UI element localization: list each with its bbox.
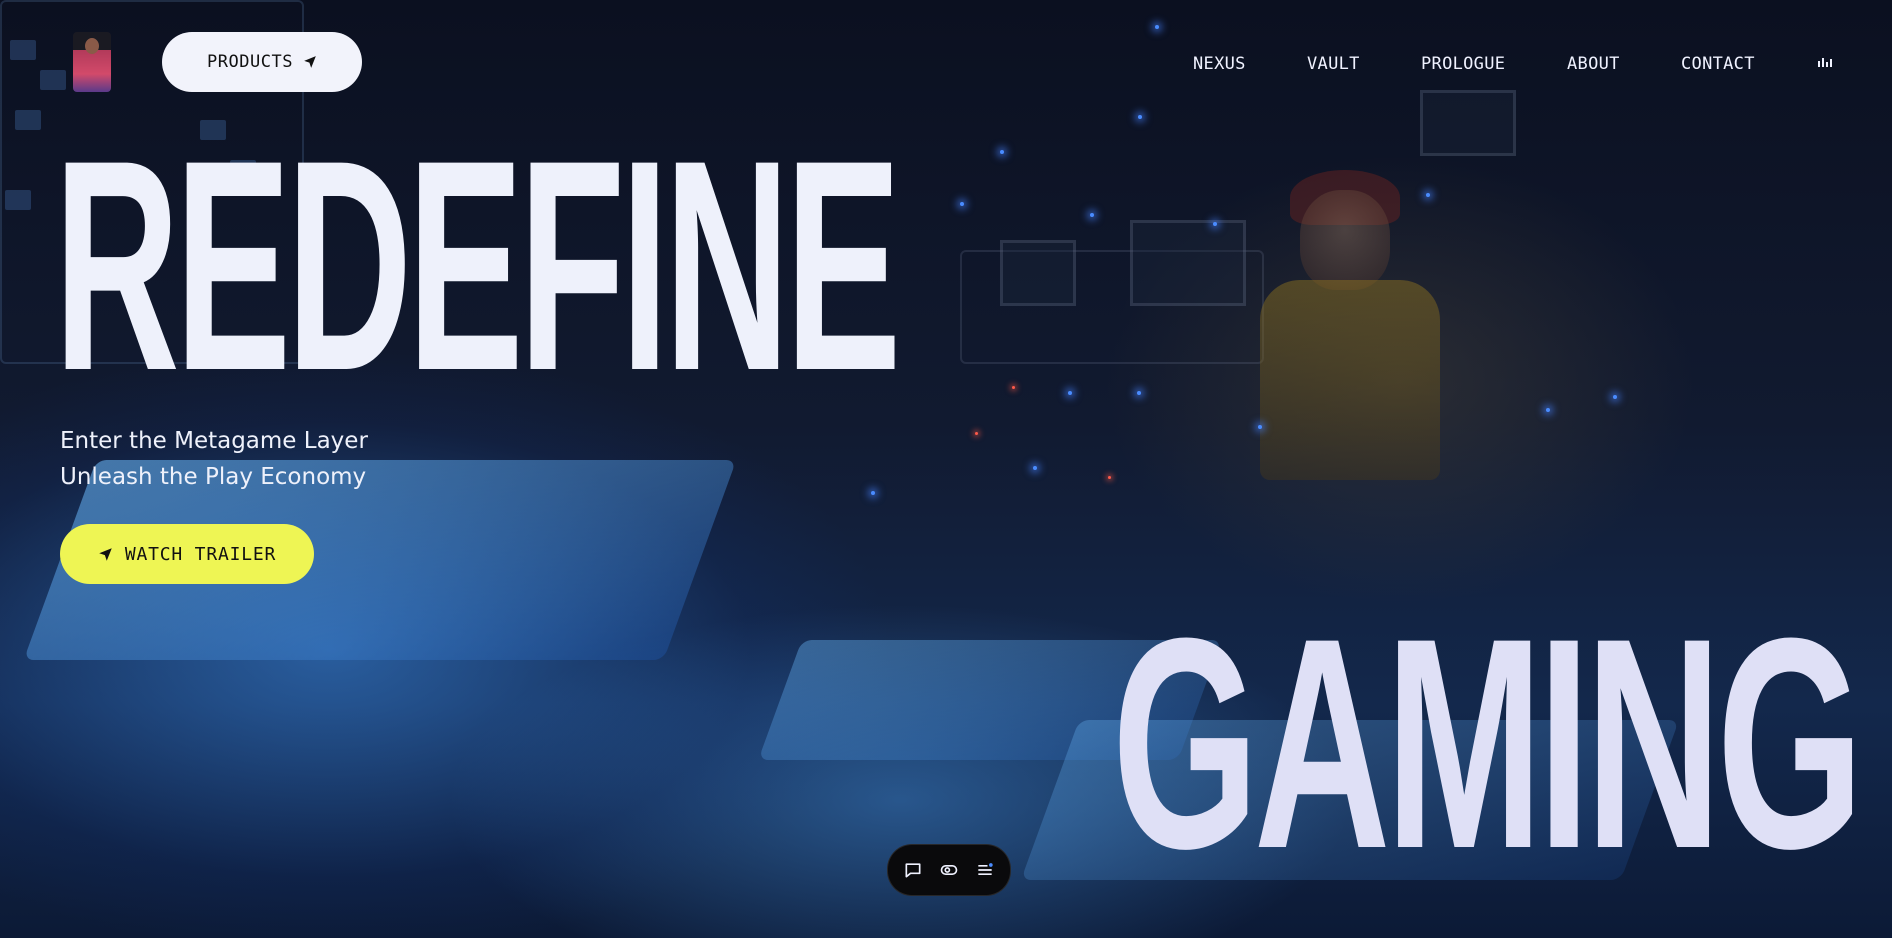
bg-light-dot <box>871 491 875 495</box>
bg-light-dot <box>1068 391 1072 395</box>
bg-light-dot <box>1090 213 1094 217</box>
audio-bar <box>1822 58 1824 67</box>
bg-monitor <box>1130 220 1246 306</box>
bg-light-dot <box>1426 193 1430 197</box>
bg-character-head <box>1300 190 1390 290</box>
bg-light-dot <box>1546 408 1550 412</box>
products-button-label: PRODUCTS <box>207 52 293 72</box>
audio-bar <box>1830 59 1832 67</box>
bg-light-dot <box>1108 476 1111 479</box>
bg-light-dot <box>1138 115 1142 119</box>
audio-bar <box>1818 61 1820 67</box>
hero-subtitle: Enter the Metagame Layer Unleash the Pla… <box>60 423 368 495</box>
nav-item-vault[interactable]: VAULT <box>1307 54 1360 74</box>
logo-avatar[interactable] <box>73 32 111 92</box>
products-button[interactable]: PRODUCTS <box>162 32 362 92</box>
bg-light-dot <box>960 202 964 206</box>
bg-light-dot <box>1000 150 1004 154</box>
nav-item-contact[interactable]: CONTACT <box>1681 54 1755 74</box>
hero-big-word: GAMING <box>1112 575 1864 911</box>
toggle-icon[interactable] <box>938 859 960 881</box>
bg-light-dot <box>1137 391 1141 395</box>
bg-light-dot <box>1213 222 1217 226</box>
send-arrow-icon <box>99 547 112 561</box>
watch-trailer-label: WATCH TRAILER <box>124 543 277 565</box>
bg-character-body <box>1260 280 1440 480</box>
audio-bars-icon[interactable] <box>1818 57 1832 67</box>
bg-light-dot <box>1012 386 1015 389</box>
menu-icon[interactable] <box>974 859 996 881</box>
bottom-dock <box>887 844 1011 896</box>
nav-item-prologue[interactable]: PROLOGUE <box>1421 54 1505 74</box>
watch-trailer-button[interactable]: WATCH TRAILER <box>60 524 314 584</box>
hero-title: REDEFINE <box>54 97 901 433</box>
bg-light-dot <box>975 432 978 435</box>
bg-tile <box>5 190 31 210</box>
bg-monitor <box>1000 240 1076 306</box>
bg-light-dot <box>1613 395 1617 399</box>
bg-character <box>1240 170 1460 500</box>
bg-light-dot <box>1258 425 1262 429</box>
hero-subtitle-line2: Unleash the Play Economy <box>60 464 367 490</box>
chat-bubble-icon[interactable] <box>902 859 924 881</box>
nav-item-about[interactable]: ABOUT <box>1567 54 1620 74</box>
send-arrow-icon <box>304 56 316 68</box>
hero-subtitle-line1: Enter the Metagame Layer <box>60 428 368 454</box>
bg-tile <box>15 110 41 130</box>
site-header: PRODUCTS NEXUS VAULT PROLOGUE ABOUT CONT… <box>0 0 1892 110</box>
avatar-face <box>85 38 99 54</box>
nav-item-nexus[interactable]: NEXUS <box>1193 54 1246 74</box>
audio-bar <box>1826 62 1828 67</box>
bg-light-dot <box>1033 466 1037 470</box>
